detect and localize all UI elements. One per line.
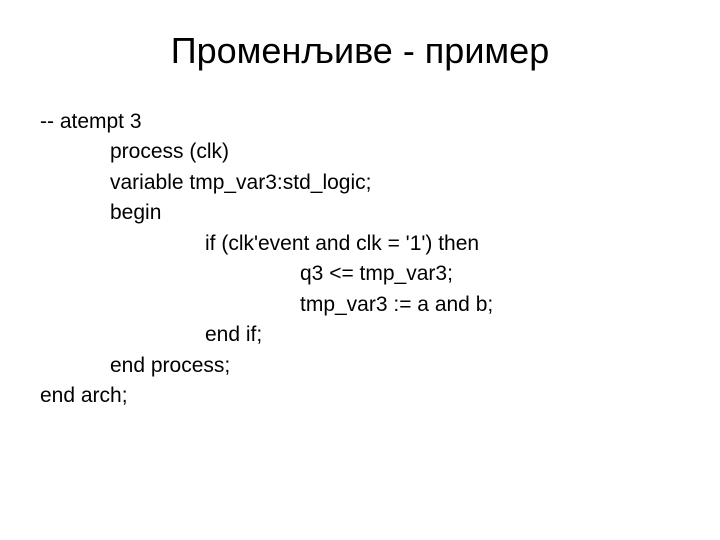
slide-title: Променљиве - пример	[40, 30, 680, 72]
code-line: begin	[40, 198, 680, 228]
code-line: end arch;	[40, 381, 680, 411]
code-line: process (clk)	[40, 137, 680, 167]
code-line: q3 <= tmp_var3;	[40, 259, 680, 289]
code-block: -- atempt 3 process (clk) variable tmp_v…	[40, 107, 680, 411]
code-line: -- atempt 3	[40, 107, 680, 137]
code-line: variable tmp_var3:std_logic;	[40, 168, 680, 198]
code-line: end if;	[40, 320, 680, 350]
code-line: end process;	[40, 351, 680, 381]
code-line: tmp_var3 := a and b;	[40, 290, 680, 320]
code-line: if (clk'event and clk = '1') then	[40, 229, 680, 259]
